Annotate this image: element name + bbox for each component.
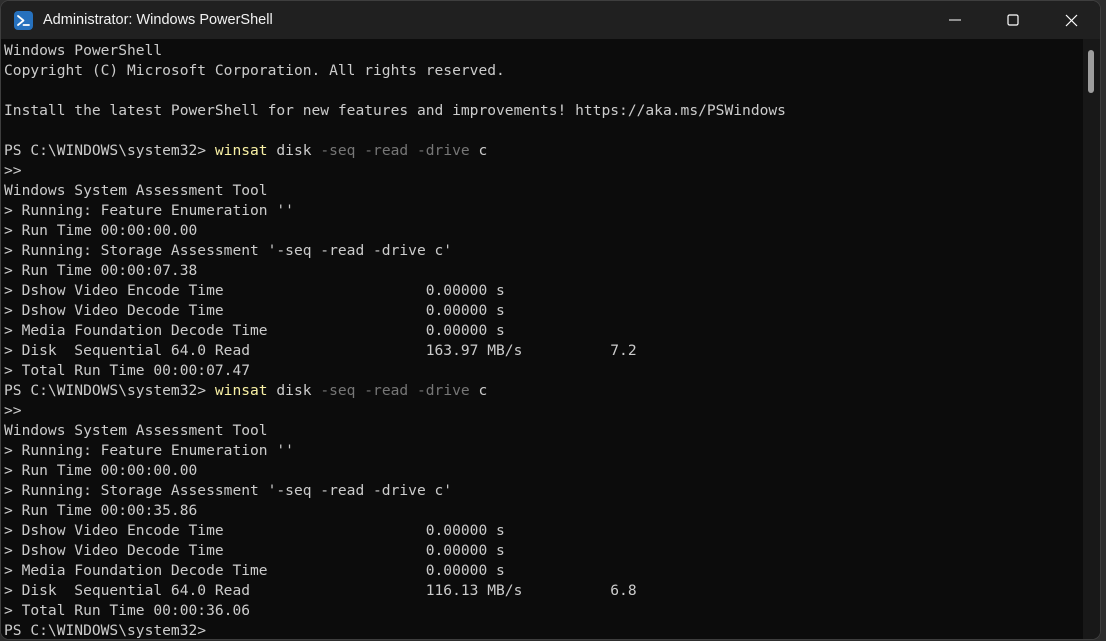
terminal-line: > Dshow Video Decode Time 0.00000 s	[4, 301, 1083, 321]
scrollbar-thumb[interactable]	[1088, 50, 1094, 93]
terminal-line: > Run Time 00:00:35.86	[4, 501, 1083, 521]
terminal-line: Windows System Assessment Tool	[4, 181, 1083, 201]
terminal-line	[4, 81, 1083, 101]
terminal-line: > Run Time 00:00:00.00	[4, 221, 1083, 241]
terminal-line: > Running: Feature Enumeration ''	[4, 441, 1083, 461]
terminal-line: >>	[4, 161, 1083, 181]
terminal-line: Windows System Assessment Tool	[4, 421, 1083, 441]
terminal-line: > Dshow Video Encode Time 0.00000 s	[4, 281, 1083, 301]
window-title: Administrator: Windows PowerShell	[43, 12, 273, 28]
terminal-line: > Total Run Time 00:00:07.47	[4, 361, 1083, 381]
terminal-line: > Disk Sequential 64.0 Read 163.97 MB/s …	[4, 341, 1083, 361]
maximize-button[interactable]	[984, 1, 1042, 39]
terminal-line: PS C:\WINDOWS\system32>	[4, 621, 1083, 639]
terminal-line: > Disk Sequential 64.0 Read 116.13 MB/s …	[4, 581, 1083, 601]
terminal-line: > Running: Storage Assessment '-seq -rea…	[4, 241, 1083, 261]
terminal-line: PS C:\WINDOWS\system32> winsat disk -seq…	[4, 381, 1083, 401]
terminal-line	[4, 121, 1083, 141]
powershell-window: Administrator: Windows PowerShell Window…	[0, 0, 1101, 640]
window-controls	[926, 1, 1100, 39]
terminal-line: > Media Foundation Decode Time 0.00000 s	[4, 321, 1083, 341]
terminal-output[interactable]: Windows PowerShellCopyright (C) Microsof…	[1, 39, 1083, 639]
powershell-icon	[14, 11, 33, 30]
close-icon	[1064, 13, 1079, 28]
terminal-line: > Running: Storage Assessment '-seq -rea…	[4, 481, 1083, 501]
terminal-line: >>	[4, 401, 1083, 421]
terminal-line: > Media Foundation Decode Time 0.00000 s	[4, 561, 1083, 581]
terminal-line: Windows PowerShell	[4, 41, 1083, 61]
close-button[interactable]	[1042, 1, 1100, 39]
minimize-button[interactable]	[926, 1, 984, 39]
terminal-line: PS C:\WINDOWS\system32> winsat disk -seq…	[4, 141, 1083, 161]
terminal-line: > Run Time 00:00:07.38	[4, 261, 1083, 281]
terminal-line: Install the latest PowerShell for new fe…	[4, 101, 1083, 121]
minimize-icon	[948, 13, 962, 27]
terminal-line: Copyright (C) Microsoft Corporation. All…	[4, 61, 1083, 81]
scrollbar[interactable]	[1083, 39, 1100, 639]
terminal-line: > Run Time 00:00:00.00	[4, 461, 1083, 481]
terminal-line: > Running: Feature Enumeration ''	[4, 201, 1083, 221]
maximize-icon	[1006, 13, 1020, 27]
terminal-line: > Dshow Video Decode Time 0.00000 s	[4, 541, 1083, 561]
terminal-line: > Dshow Video Encode Time 0.00000 s	[4, 521, 1083, 541]
titlebar[interactable]: Administrator: Windows PowerShell	[1, 1, 1100, 39]
terminal-line: > Total Run Time 00:00:36.06	[4, 601, 1083, 621]
